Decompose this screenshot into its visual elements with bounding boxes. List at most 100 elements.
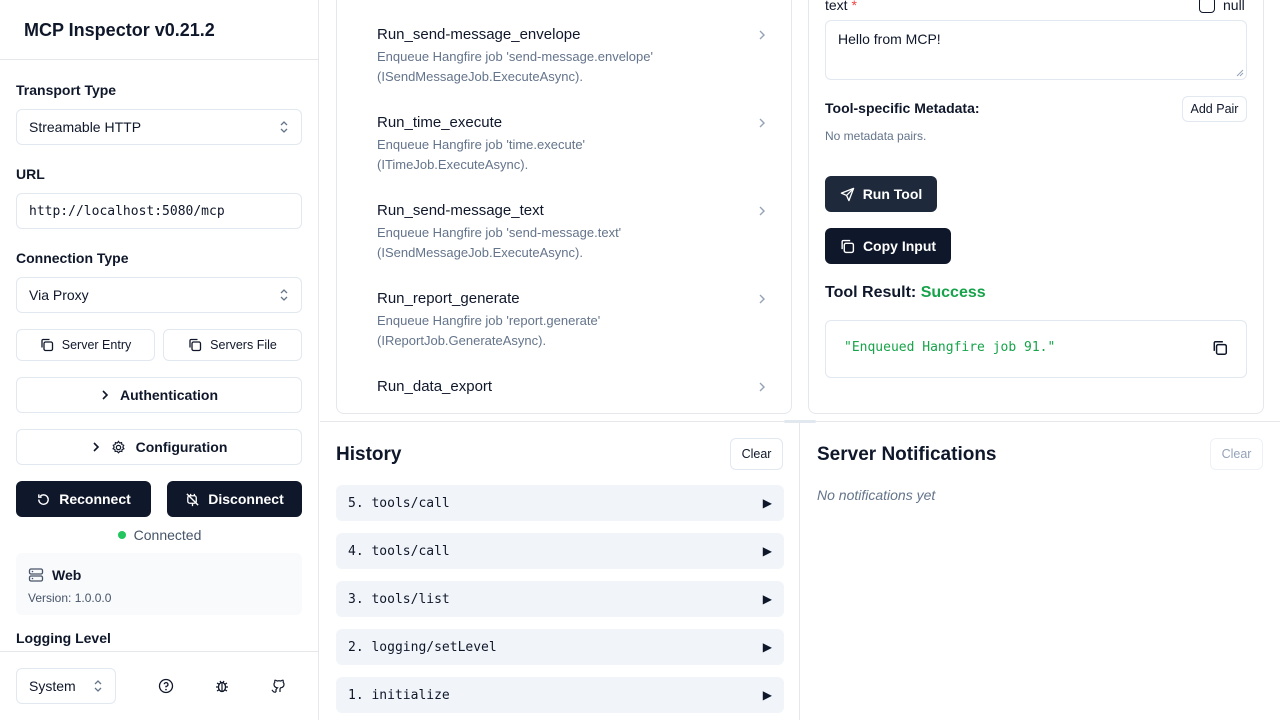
chevron-right-icon	[759, 118, 765, 128]
no-notifications-text: No notifications yet	[817, 487, 936, 503]
configuration-toggle[interactable]: Configuration	[16, 429, 302, 465]
github-button[interactable]	[266, 674, 290, 698]
tool-item[interactable]: Run_report_generate Enqueue Hangfire job…	[377, 290, 767, 351]
tool-description: Enqueue Hangfire job 'send-message.text'…	[377, 225, 622, 260]
tool-result-heading: Tool Result: Success	[825, 284, 986, 301]
servers-file-label: Servers File	[210, 338, 277, 352]
copy-icon	[189, 338, 202, 352]
copy-input-label: Copy Input	[862, 238, 937, 254]
tool-name: Run_send-message_text	[377, 202, 544, 219]
rotate-icon	[38, 493, 50, 505]
text-input-value: Hello from MCP!	[838, 31, 941, 47]
reconnect-button[interactable]: Reconnect	[16, 481, 151, 517]
play-icon: ▶	[762, 592, 772, 606]
sidebar-divider	[0, 59, 319, 60]
chevron-up-down-icon	[280, 121, 288, 133]
chevron-up-down-icon	[94, 680, 102, 692]
metadata-label: Tool-specific Metadata:	[825, 100, 980, 116]
history-row[interactable]: 2. logging/setLevel ▶	[336, 629, 784, 665]
url-value: http://localhost:5080/mcp	[29, 203, 225, 219]
null-checkbox-label: null	[1223, 0, 1245, 13]
sidebar: MCP Inspector v0.21.2 Transport Type Str…	[0, 0, 319, 720]
resize-grip-icon[interactable]	[1236, 69, 1244, 77]
status-dot-icon	[117, 531, 126, 539]
copy-icon	[841, 239, 855, 253]
tool-result-text: "Enqueued Hangfire job 91."	[844, 340, 1056, 355]
authentication-label: Authentication	[120, 387, 218, 403]
tool-item[interactable]: Run_send-message_text Enqueue Hangfire j…	[377, 202, 767, 263]
text-field-label: text *	[825, 0, 857, 13]
chevron-right-icon	[759, 206, 765, 216]
server-name: Web	[52, 567, 82, 583]
server-entry-label: Server Entry	[61, 338, 132, 352]
github-icon	[271, 679, 285, 693]
disconnect-label: Disconnect	[208, 491, 284, 507]
notifications-clear-button[interactable]: Clear	[1210, 438, 1263, 470]
tool-name: Run_report_generate	[377, 290, 520, 307]
copy-input-button[interactable]: Copy Input	[825, 228, 951, 264]
server-version: Version: 1.0.0.0	[28, 591, 112, 605]
chevron-right-icon	[759, 382, 765, 392]
app-title: MCP Inspector v0.21.2	[24, 20, 215, 40]
run-tool-label: Run Tool	[862, 186, 923, 202]
history-title: History	[336, 444, 402, 465]
tool-item[interactable]: Run_send-message_envelope Enqueue Hangfi…	[377, 26, 767, 87]
history-row[interactable]: 3. tools/list ▶	[336, 581, 784, 617]
gear-icon	[111, 439, 125, 454]
add-pair-button[interactable]: Add Pair	[1182, 96, 1247, 122]
server-entry-button[interactable]: Server Entry	[16, 329, 155, 361]
theme-select[interactable]: System	[16, 668, 116, 704]
tool-description: Enqueue Hangfire job 'report.generate' (I…	[377, 313, 601, 348]
transport-type-value: Streamable HTTP	[29, 119, 142, 135]
connection-type-label: Connection Type	[16, 250, 129, 266]
configuration-label: Configuration	[135, 439, 228, 455]
no-metadata-text: No metadata pairs.	[825, 129, 927, 143]
status-text: Connected	[133, 527, 202, 543]
tool-description: Enqueue Hangfire job 'time.execute' (ITim…	[377, 137, 586, 172]
chevron-right-icon	[759, 294, 765, 304]
debug-button[interactable]	[210, 674, 234, 698]
copy-icon	[41, 338, 53, 352]
history-row[interactable]: 1. initialize ▶	[336, 677, 784, 713]
result-status: Success	[920, 284, 986, 301]
logging-level-label: Logging Level	[16, 630, 111, 646]
tool-description: Enqueue Hangfire job 'send-message.envel…	[377, 49, 653, 84]
history-row[interactable]: 5. tools/call ▶	[336, 485, 784, 521]
chevron-right-icon	[102, 390, 109, 400]
chevron-right-icon	[759, 30, 765, 40]
tool-item[interactable]: Run_data_export	[377, 378, 767, 395]
help-circle-icon	[158, 678, 174, 694]
run-tool-button[interactable]: Run Tool	[825, 176, 937, 212]
play-icon: ▶	[762, 640, 772, 654]
null-checkbox[interactable]	[1199, 0, 1215, 13]
url-input[interactable]: http://localhost:5080/mcp	[16, 193, 302, 229]
tool-name: Run_time_execute	[377, 114, 503, 131]
disconnect-button[interactable]: Disconnect	[167, 481, 302, 517]
play-icon: ▶	[762, 544, 772, 558]
connection-status: Connected	[0, 527, 319, 543]
chevron-up-down-icon	[280, 289, 288, 301]
theme-value: System	[29, 678, 76, 694]
tool-result-box: "Enqueued Hangfire job 91."	[825, 320, 1247, 378]
tools-list-panel: Run_send-message_envelope Enqueue Hangfi…	[336, 0, 792, 414]
play-icon: ▶	[762, 688, 772, 702]
transport-type-select[interactable]: Streamable HTTP	[16, 109, 302, 145]
tool-name: Run_send-message_envelope	[377, 26, 581, 43]
tool-item[interactable]: Run_time_execute Enqueue Hangfire job 't…	[377, 114, 767, 175]
chevron-right-icon	[93, 442, 99, 452]
help-button[interactable]	[154, 674, 178, 698]
tool-detail-panel: text * null Hello from MCP! Tool-specifi…	[808, 0, 1264, 414]
send-icon	[840, 187, 854, 201]
transport-type-label: Transport Type	[16, 82, 117, 98]
servers-file-button[interactable]: Servers File	[163, 329, 302, 361]
server-info-card: Web Version: 1.0.0.0	[16, 553, 302, 615]
authentication-toggle[interactable]: Authentication	[16, 377, 302, 413]
copy-icon[interactable]	[1212, 340, 1228, 356]
connection-type-select[interactable]: Via Proxy	[16, 277, 302, 313]
play-icon: ▶	[762, 496, 772, 510]
history-panel: History Clear 5. tools/call ▶ 4. tools/c…	[320, 422, 800, 720]
connection-type-value: Via Proxy	[29, 287, 89, 303]
history-clear-button[interactable]: Clear	[730, 438, 783, 470]
history-row[interactable]: 4. tools/call ▶	[336, 533, 784, 569]
text-input[interactable]: Hello from MCP!	[825, 20, 1247, 80]
